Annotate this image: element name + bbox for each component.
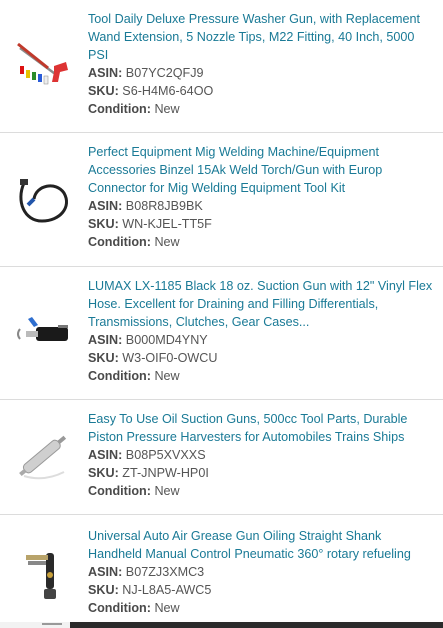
sku-label: SKU: xyxy=(88,217,119,231)
sku-label: SKU: xyxy=(88,583,119,597)
list-item: LUMAX LX-1185 Black 18 oz. Suction Gun w… xyxy=(0,267,443,400)
sku-row: SKU: S6-H4M6-64OO xyxy=(88,82,433,100)
asin-row: ASIN: B000MD4YNY xyxy=(88,331,433,349)
asin-row: ASIN: B07YC2QFJ9 xyxy=(88,64,433,82)
asin-value: B08P5XVXXS xyxy=(125,448,206,462)
sku-row: SKU: WN-KJEL-TT5F xyxy=(88,215,433,233)
condition-label: Condition: xyxy=(88,484,151,498)
asin-value: B07ZJ3XMC3 xyxy=(125,565,205,579)
condition-value: New xyxy=(154,102,180,116)
sku-label: SKU: xyxy=(88,466,119,480)
product-title-link[interactable]: Universal Auto Air Grease Gun Oiling Str… xyxy=(88,527,433,563)
asin-row: ASIN: B08R8JB9BK xyxy=(88,197,433,215)
sku-row: SKU: ZT-JNPW-HP0I xyxy=(88,464,433,482)
asin-label: ASIN: xyxy=(88,66,123,80)
grease-gun-icon[interactable] xyxy=(14,545,74,605)
condition-value: New xyxy=(154,369,180,383)
list-item: Universal Auto Air Grease Gun Oiling Str… xyxy=(0,515,443,623)
condition-label: Condition: xyxy=(88,102,151,116)
condition-value: New xyxy=(154,235,180,249)
sku-value: NJ-L8A5-AWC5 xyxy=(122,583,212,597)
sku-value: W3-OIF0-OWCU xyxy=(122,351,218,365)
welding-torch-icon[interactable] xyxy=(14,171,74,231)
asin-value: B07YC2QFJ9 xyxy=(125,66,204,80)
sku-label: SKU: xyxy=(88,351,119,365)
list-item: Tool Daily Deluxe Pressure Washer Gun, w… xyxy=(0,0,443,133)
sku-label: SKU: xyxy=(88,84,119,98)
condition-label: Condition: xyxy=(88,235,151,249)
sku-row: SKU: NJ-L8A5-AWC5 xyxy=(88,581,433,599)
list-item: Perfect Equipment Mig Welding Machine/Eq… xyxy=(0,133,443,267)
bottom-bar xyxy=(0,622,443,628)
list-item: Easy To Use Oil Suction Guns, 500cc Tool… xyxy=(0,400,443,515)
sku-row: SKU: W3-OIF0-OWCU xyxy=(88,349,433,367)
asin-label: ASIN: xyxy=(88,333,123,347)
condition-value: New xyxy=(154,484,180,498)
product-list: Tool Daily Deluxe Pressure Washer Gun, w… xyxy=(0,0,443,623)
product-title-link[interactable]: Easy To Use Oil Suction Guns, 500cc Tool… xyxy=(88,410,433,446)
asin-label: ASIN: xyxy=(88,448,123,462)
condition-row: Condition: New xyxy=(88,100,433,118)
condition-row: Condition: New xyxy=(88,233,433,251)
asin-label: ASIN: xyxy=(88,199,123,213)
suction-gun-icon[interactable] xyxy=(14,303,74,363)
sku-value: S6-H4M6-64OO xyxy=(122,84,214,98)
asin-row: ASIN: B07ZJ3XMC3 xyxy=(88,563,433,581)
oil-suction-gun-icon[interactable] xyxy=(14,426,74,486)
asin-value: B000MD4YNY xyxy=(125,333,208,347)
sku-value: ZT-JNPW-HP0I xyxy=(122,466,209,480)
asin-label: ASIN: xyxy=(88,565,123,579)
pressure-washer-gun-icon[interactable] xyxy=(14,32,74,92)
sku-value: WN-KJEL-TT5F xyxy=(122,217,212,231)
asin-value: B08R8JB9BK xyxy=(125,199,203,213)
product-title-link[interactable]: LUMAX LX-1185 Black 18 oz. Suction Gun w… xyxy=(88,277,433,331)
condition-row: Condition: New xyxy=(88,367,433,385)
product-title-link[interactable]: Tool Daily Deluxe Pressure Washer Gun, w… xyxy=(88,10,433,64)
condition-value: New xyxy=(154,601,180,615)
condition-row: Condition: New xyxy=(88,599,433,617)
asin-row: ASIN: B08P5XVXXS xyxy=(88,446,433,464)
product-title-link[interactable]: Perfect Equipment Mig Welding Machine/Eq… xyxy=(88,143,433,197)
condition-row: Condition: New xyxy=(88,482,433,500)
scroll-indicator[interactable] xyxy=(42,623,62,625)
condition-label: Condition: xyxy=(88,601,151,615)
condition-label: Condition: xyxy=(88,369,151,383)
